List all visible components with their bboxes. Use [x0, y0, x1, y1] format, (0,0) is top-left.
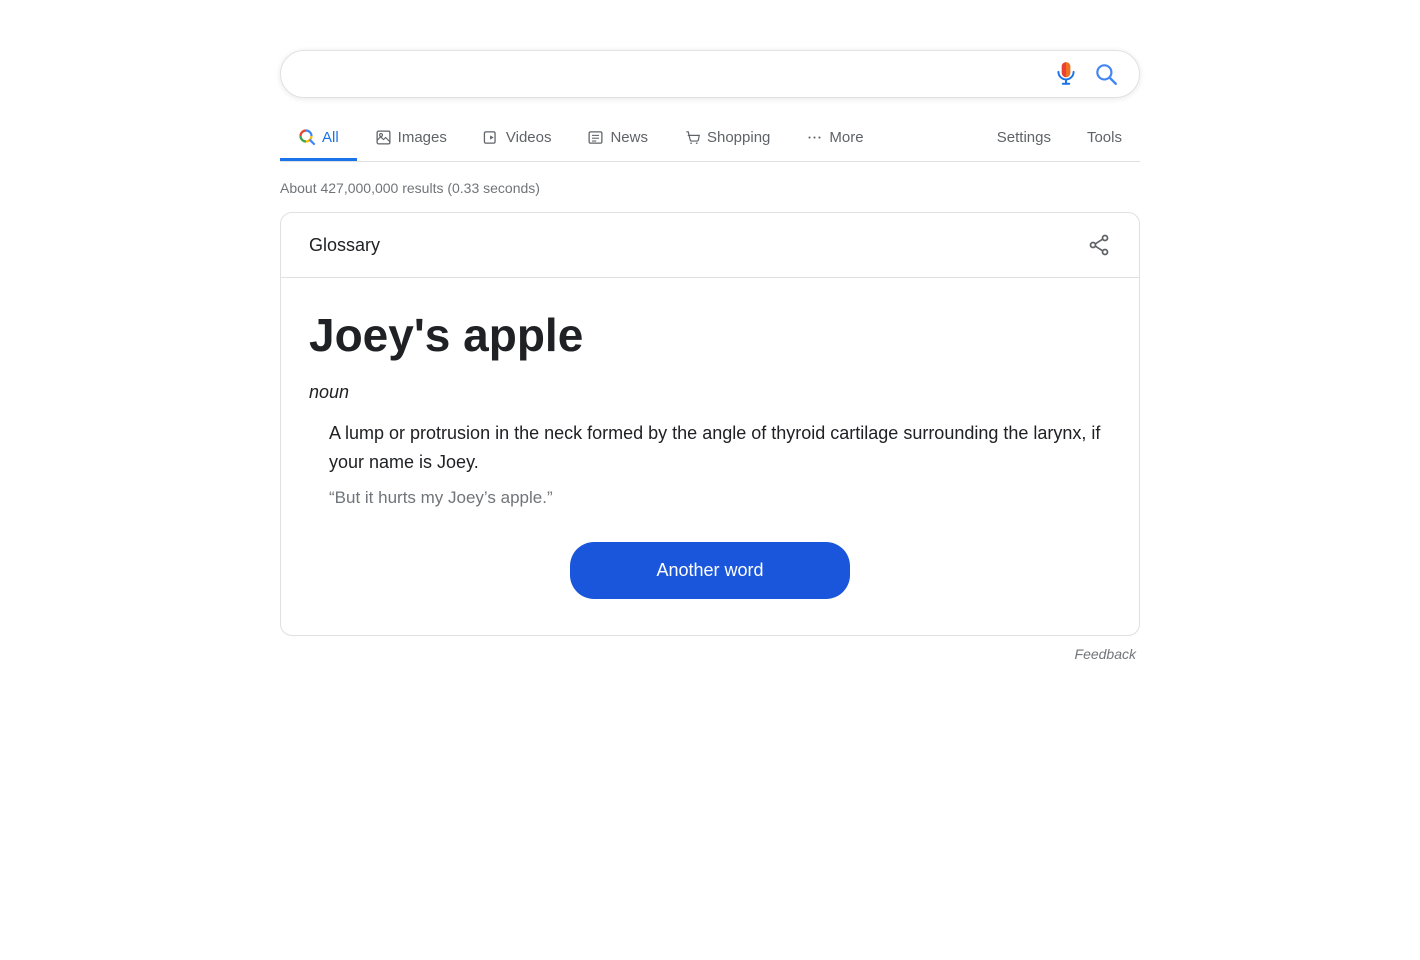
nav-tabs: All Images Videos	[280, 116, 1140, 162]
tab-videos-label: Videos	[506, 129, 552, 146]
another-word-button[interactable]: Another word	[570, 542, 850, 599]
feedback-row: Feedback	[280, 646, 1140, 662]
tab-tools[interactable]: Tools	[1069, 117, 1140, 161]
more-dots-icon	[806, 128, 823, 146]
tab-shopping[interactable]: Shopping	[666, 116, 788, 161]
microphone-icon[interactable]	[1053, 61, 1079, 87]
word-title: Joey's apple	[309, 308, 1111, 362]
search-bar: friends glossary	[280, 50, 1140, 98]
news-icon	[587, 128, 604, 146]
glossary-body: Joey's apple noun A lump or protrusion i…	[281, 278, 1139, 635]
shopping-icon	[684, 128, 701, 146]
search-input[interactable]: friends glossary	[301, 63, 1053, 86]
images-icon	[375, 128, 392, 146]
tab-more[interactable]: More	[788, 116, 881, 161]
feedback-label[interactable]: Feedback	[1075, 646, 1136, 662]
word-example: “But it hurts my Joey’s apple.”	[309, 485, 1111, 511]
tab-videos[interactable]: Videos	[465, 116, 570, 161]
glossary-header: Glossary	[281, 213, 1139, 278]
glossary-title: Glossary	[309, 235, 380, 256]
tab-news-label: News	[610, 129, 648, 146]
search-icon[interactable]	[1093, 61, 1119, 87]
tab-news[interactable]: News	[569, 116, 666, 161]
word-pos: noun	[309, 382, 1111, 403]
results-count: About 427,000,000 results (0.33 seconds)	[280, 180, 540, 196]
all-search-icon	[298, 128, 316, 146]
tab-images[interactable]: Images	[357, 116, 465, 161]
glossary-card: Glossary Joey's apple noun A lump or pro…	[280, 212, 1140, 636]
tab-all[interactable]: All	[280, 116, 357, 161]
word-definition: A lump or protrusion in the neck formed …	[309, 419, 1111, 477]
settings-label: Settings	[997, 129, 1051, 146]
tab-more-label: More	[829, 129, 863, 146]
tab-shopping-label: Shopping	[707, 129, 770, 146]
tools-label: Tools	[1087, 129, 1122, 146]
videos-icon	[483, 128, 500, 146]
tab-all-label: All	[322, 129, 339, 146]
results-info: About 427,000,000 results (0.33 seconds)	[280, 180, 1140, 196]
tab-images-label: Images	[398, 129, 447, 146]
tab-settings[interactable]: Settings	[979, 117, 1069, 161]
share-icon[interactable]	[1087, 233, 1111, 257]
